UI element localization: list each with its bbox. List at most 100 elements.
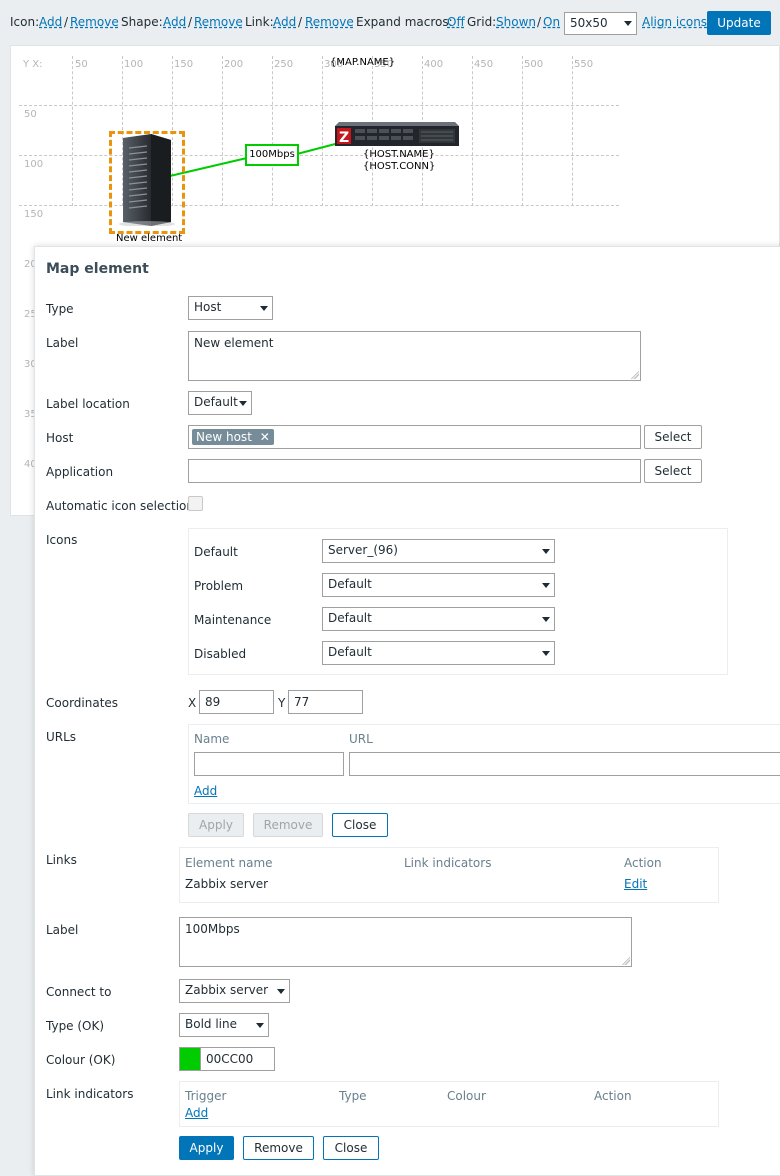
indicators-header-action: Action <box>594 1089 632 1103</box>
icon-add-link[interactable]: Add <box>39 15 62 29</box>
host-chip-label: New host <box>196 430 252 444</box>
x-coordinate-input[interactable]: 89 <box>199 690 274 714</box>
link-remove-link[interactable]: Remove <box>305 15 354 29</box>
links-table: Element name Link indicators Action Zabb… <box>179 847 719 903</box>
map-toolbar: Icon: Add / Remove Shape: Add / Remove L… <box>0 0 780 44</box>
indicators-add-link[interactable]: Add <box>185 1106 208 1120</box>
close-button[interactable]: Close <box>332 813 388 837</box>
url-input[interactable] <box>349 752 780 776</box>
separator: / <box>64 15 69 29</box>
separator: / <box>298 15 303 29</box>
icon-label: Icon: <box>10 15 40 29</box>
link-type-value: Bold line <box>185 1017 237 1031</box>
coordinates-label: Coordinates <box>46 696 119 710</box>
application-select-button[interactable]: Select <box>644 459 702 483</box>
shape-label: Shape: <box>121 15 163 29</box>
link-colour-value: 00CC00 <box>206 1052 254 1066</box>
shape-add-link[interactable]: Add <box>163 15 186 29</box>
colour-swatch[interactable] <box>179 1047 201 1071</box>
urls-box: Name URL Add <box>188 724 780 804</box>
update-button[interactable]: Update <box>707 11 771 35</box>
rack-server-icon[interactable]: Z <box>333 120 461 150</box>
server-label-host-conn: {HOST.CONN} <box>363 161 436 172</box>
link-label-value: 100Mbps <box>185 922 240 936</box>
connect-to-select[interactable]: Zabbix server <box>179 979 290 1003</box>
x-coordinate-value: 89 <box>205 695 221 709</box>
link-element-name: Zabbix server <box>185 877 269 891</box>
link-indicators-label: Link indicators <box>46 1087 134 1101</box>
link-edit-link[interactable]: Edit <box>624 877 647 891</box>
icon-maintenance-select[interactable]: Default <box>322 607 555 631</box>
urls-add-link[interactable]: Add <box>194 784 217 798</box>
element-label: New element <box>116 233 183 244</box>
chevron-down-icon <box>542 617 550 622</box>
shape-remove-link[interactable]: Remove <box>194 15 243 29</box>
icon-default-value: Server_(96) <box>328 543 398 557</box>
chevron-down-icon <box>542 549 550 554</box>
icon-default-select[interactable]: Server_(96) <box>322 539 555 563</box>
tower-server-icon[interactable] <box>115 134 179 226</box>
link-type-select[interactable]: Bold line <box>179 1013 269 1037</box>
align-icons-link[interactable]: Align icons <box>642 15 707 29</box>
svg-text:Z: Z <box>339 130 349 146</box>
close-icon[interactable]: ✕ <box>260 430 270 444</box>
icon-problem-select[interactable]: Default <box>322 573 555 597</box>
indicators-header-trigger: Trigger <box>185 1089 227 1103</box>
urls-url-header: URL <box>349 732 373 746</box>
link-colour-label: Colour (OK) <box>46 1053 116 1067</box>
chevron-down-icon <box>256 1023 264 1028</box>
label-location-label: Label location <box>46 397 130 411</box>
label-location-select[interactable]: Default <box>188 391 252 415</box>
y-coordinate-value: 77 <box>294 695 310 709</box>
url-name-input[interactable] <box>194 752 344 776</box>
expand-macros-off-link[interactable]: Off <box>447 15 465 29</box>
application-input[interactable] <box>188 459 641 483</box>
chevron-down-icon <box>239 401 247 406</box>
icon-default-label: Default <box>194 545 238 559</box>
link-label-label: Label <box>46 923 79 937</box>
icon-disabled-select[interactable]: Default <box>322 641 555 665</box>
type-value: Host <box>194 300 222 314</box>
y-coordinate-input[interactable]: 77 <box>288 690 363 714</box>
map-element-form: Map element Type Host Label New element … <box>34 246 780 1176</box>
icon-problem-label: Problem <box>194 579 244 593</box>
indicators-header-colour: Colour <box>447 1089 486 1103</box>
type-select[interactable]: Host <box>188 296 273 320</box>
link-label-textarea[interactable]: 100Mbps <box>179 917 632 967</box>
type-label: Type <box>46 302 74 316</box>
link-colour-input[interactable]: 00CC00 <box>200 1047 275 1071</box>
link-label-box[interactable]: 100Mbps <box>245 144 299 166</box>
auto-icon-checkbox[interactable] <box>188 496 203 511</box>
host-chip: New host ✕ <box>192 429 274 445</box>
resize-handle-icon[interactable] <box>631 371 639 379</box>
expand-macros-label: Expand macros: <box>356 15 453 29</box>
label-label: Label <box>46 336 79 350</box>
link-type-label: Type (OK) <box>46 1019 105 1033</box>
server-label-host-name: {HOST.NAME} <box>363 149 435 160</box>
link-label: Link: <box>245 15 274 29</box>
link-add-link[interactable]: Add <box>273 15 296 29</box>
icon-remove-link[interactable]: Remove <box>70 15 119 29</box>
host-multiselect[interactable]: New host ✕ <box>188 425 641 449</box>
host-label: Host <box>46 431 74 445</box>
link-apply-button[interactable]: Apply <box>179 1136 234 1160</box>
application-label: Application <box>46 465 114 479</box>
chevron-down-icon <box>624 21 632 26</box>
x-label: X <box>188 696 197 710</box>
link-close-button[interactable]: Close <box>323 1136 379 1160</box>
link-remove-button[interactable]: Remove <box>243 1136 314 1160</box>
resize-handle-icon[interactable] <box>622 957 630 965</box>
remove-button[interactable]: Remove <box>253 813 323 837</box>
grid-on-link[interactable]: On <box>543 15 560 29</box>
host-select-button[interactable]: Select <box>644 425 702 449</box>
grid-size-select[interactable]: 50x50 <box>564 12 637 35</box>
indicators-header-type: Type <box>339 1089 367 1103</box>
grid-label: Grid: <box>467 15 497 29</box>
label-textarea[interactable]: New element <box>188 331 641 381</box>
link-indicators-table: Trigger Type Colour Action Add <box>179 1081 719 1127</box>
label-location-value: Default <box>194 395 238 409</box>
icon-disabled-value: Default <box>328 645 372 659</box>
grid-shown-link[interactable]: Shown <box>496 15 536 29</box>
icons-label: Icons <box>46 533 78 547</box>
apply-button[interactable]: Apply <box>188 813 244 837</box>
